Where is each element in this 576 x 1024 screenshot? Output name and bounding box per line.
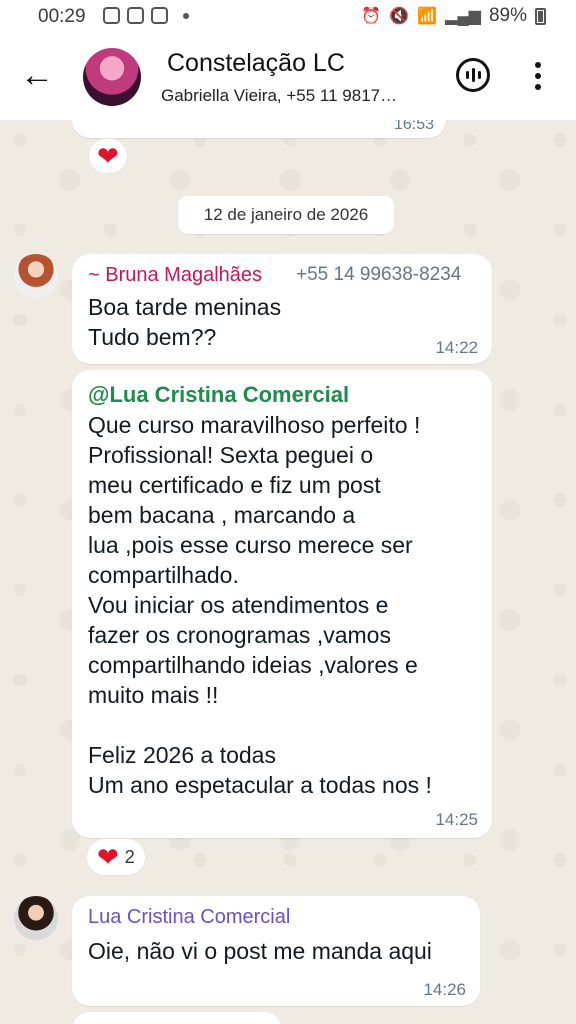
message-bubble[interactable]: Lua Cristina Comercial Oie, não vi o pos… bbox=[72, 896, 480, 1006]
group-avatar[interactable] bbox=[83, 48, 141, 106]
mention-link[interactable]: @Lua Cristina Comercial bbox=[88, 382, 349, 408]
more-options-icon[interactable] bbox=[532, 58, 544, 94]
heart-icon: ❤ bbox=[97, 842, 119, 872]
reaction-badge[interactable]: ❤ 2 bbox=[86, 838, 146, 876]
alarm-icon: ⏰ bbox=[361, 8, 382, 25]
chat-participants[interactable]: Gabriella Vieira, +55 11 9817… bbox=[161, 86, 397, 106]
reaction-badge[interactable]: ❤ bbox=[88, 138, 128, 174]
media-icon bbox=[151, 7, 168, 24]
next-message[interactable] bbox=[72, 1012, 282, 1024]
message-time: 16:53 bbox=[393, 120, 434, 133]
instagram-icon bbox=[127, 7, 144, 24]
message-time: 14:26 bbox=[423, 980, 466, 999]
signal-icon: ▂▄▆ bbox=[445, 8, 481, 25]
sender-name[interactable]: ~ Bruna Magalhães bbox=[88, 264, 262, 287]
chat-header: ← Constelação LC Gabriella Vieira, +55 1… bbox=[0, 34, 576, 120]
avatar[interactable] bbox=[14, 254, 58, 298]
message-text: Boa tarde meninas Tudo bem?? bbox=[88, 294, 282, 350]
battery-icon bbox=[535, 7, 546, 25]
message-time: 14:25 bbox=[435, 810, 478, 829]
avatar[interactable] bbox=[14, 896, 58, 940]
battery-percent: 89% bbox=[488, 5, 527, 26]
mute-icon: 🔇 bbox=[389, 8, 410, 25]
sender-phone: +55 14 99638-8234 bbox=[296, 264, 462, 285]
more-notifications-icon bbox=[183, 12, 189, 19]
message-text: Oie, não vi o post me manda aqui bbox=[88, 938, 432, 964]
reaction-count: 2 bbox=[124, 846, 135, 867]
chat-title[interactable]: Constelação LC bbox=[167, 49, 345, 78]
message-bubble[interactable]: ~ Bruna Magalhães +55 14 99638-8234 Boa … bbox=[72, 254, 492, 364]
back-arrow-icon[interactable]: ← bbox=[20, 58, 56, 94]
wifi-icon: 📶 bbox=[417, 8, 438, 25]
status-time: 00:29 bbox=[38, 6, 86, 27]
sender-name[interactable]: Lua Cristina Comercial bbox=[88, 906, 290, 929]
previous-message[interactable]: 16:53 bbox=[72, 120, 446, 138]
message-bubble[interactable]: @Lua Cristina Comercial Que curso maravi… bbox=[72, 370, 492, 838]
voice-chat-icon[interactable] bbox=[456, 58, 490, 92]
system-icons: ⏰ 🔇 📶 ▂▄▆ 89% bbox=[361, 5, 546, 27]
heart-icon: ❤ bbox=[97, 141, 119, 171]
message-time: 14:22 bbox=[435, 338, 478, 357]
notification-icons bbox=[103, 7, 189, 24]
chat-area[interactable]: 16:53 ❤ 12 de janeiro de 2026 ~ Bruna Ma… bbox=[0, 120, 576, 1024]
status-bar: 00:29 ⏰ 🔇 📶 ▂▄▆ 89% bbox=[0, 0, 576, 34]
message-text: Que curso maravilhoso perfeito ! Profiss… bbox=[88, 412, 432, 798]
gallery-icon bbox=[103, 7, 120, 24]
date-separator: 12 de janeiro de 2026 bbox=[178, 196, 394, 234]
